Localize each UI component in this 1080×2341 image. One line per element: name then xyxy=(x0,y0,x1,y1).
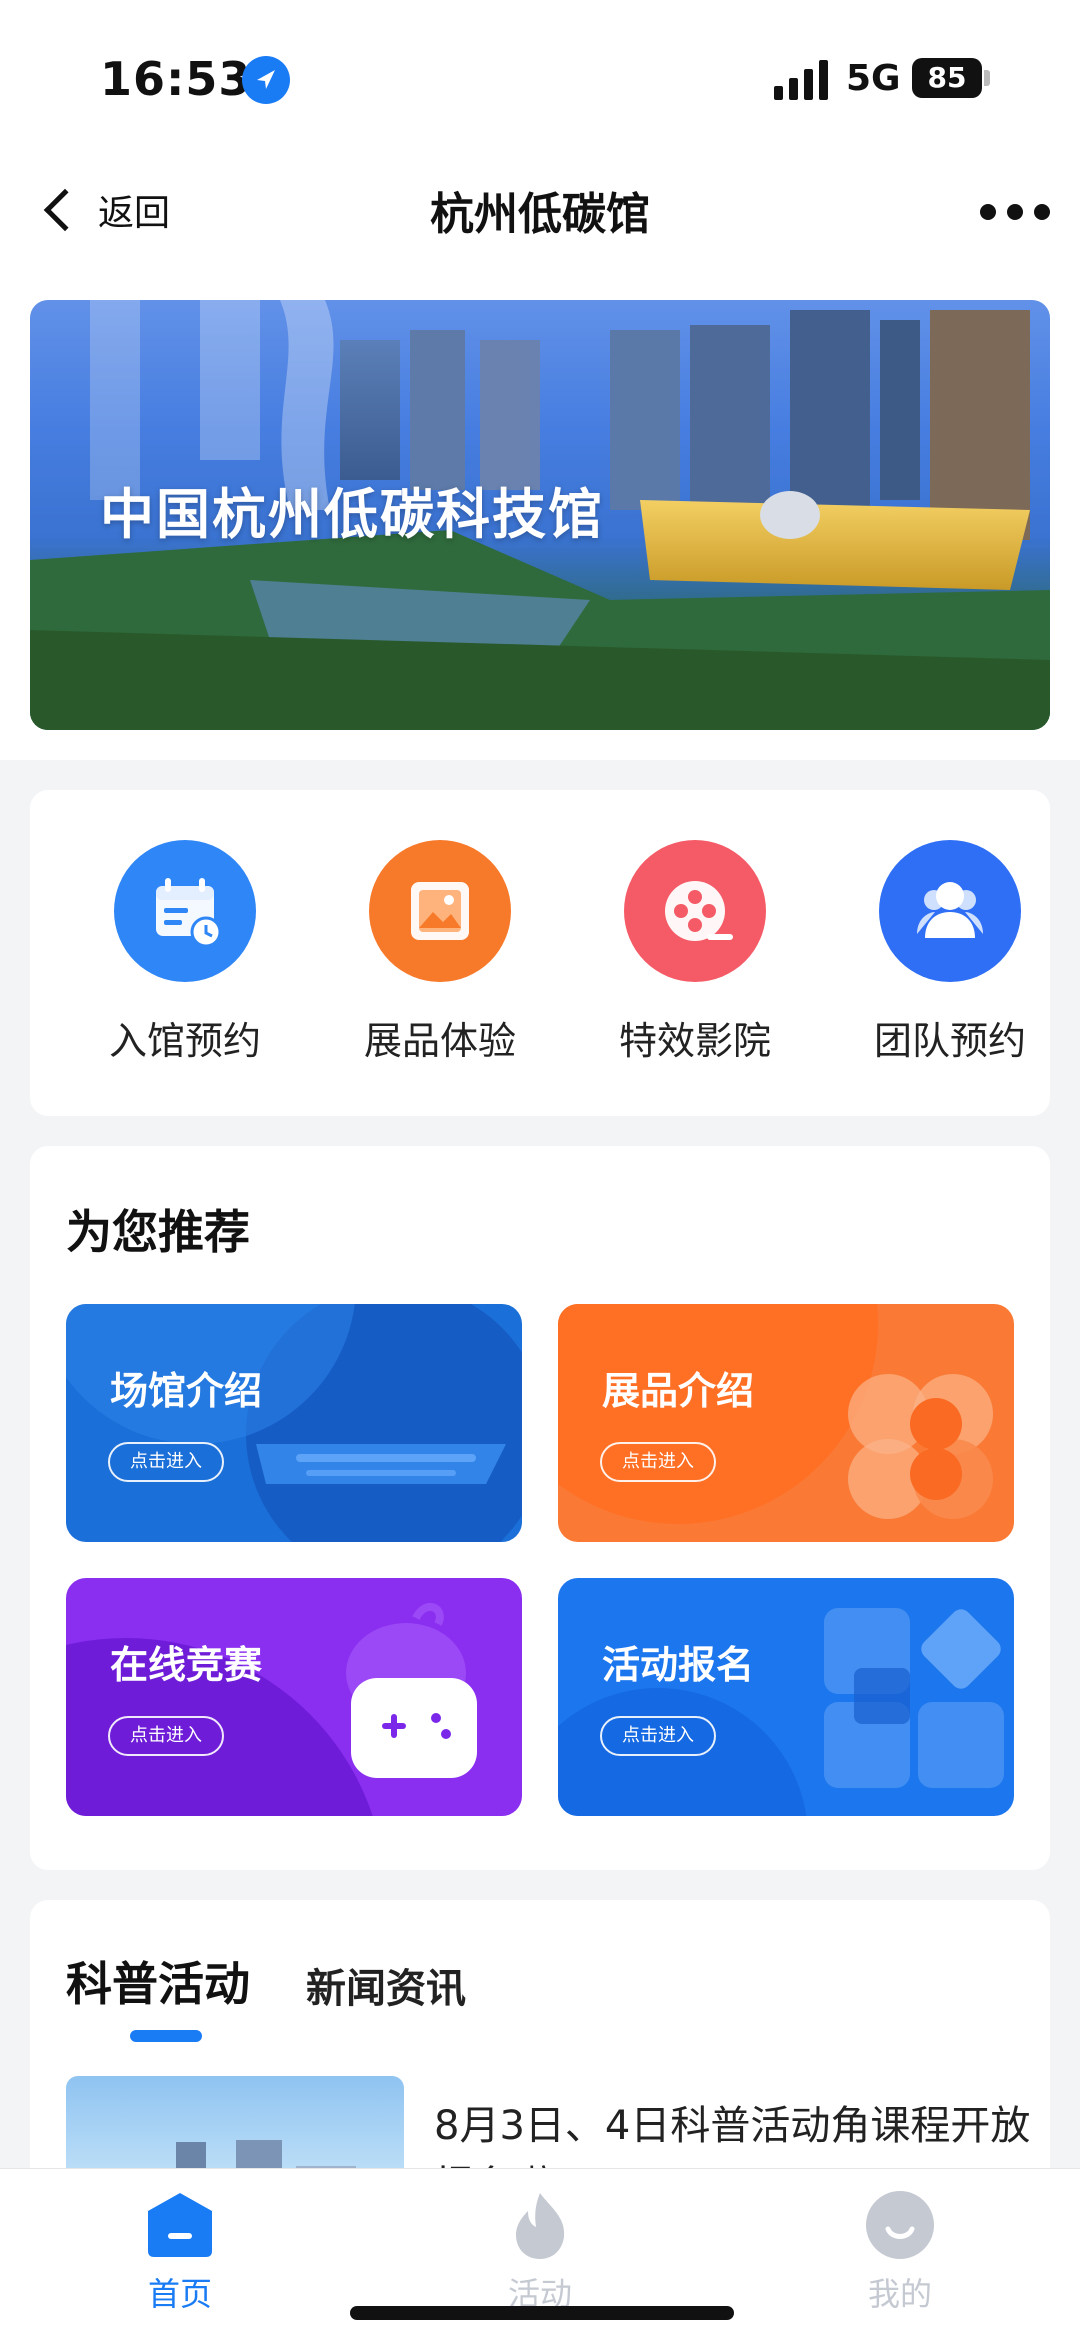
more-dot-icon xyxy=(1034,204,1050,220)
more-dot-icon xyxy=(1007,204,1023,220)
network-type: 5G xyxy=(846,58,901,99)
tab-label: 首页 xyxy=(147,2275,212,2313)
quick-action-group-reservation[interactable]: 团队预约 xyxy=(850,840,1050,1065)
group-icon xyxy=(879,840,1021,982)
hero-banner[interactable]: 中国杭州低碳科技馆 xyxy=(30,300,1050,730)
smile-profile-icon xyxy=(864,2189,936,2261)
quick-action-label: 展品体验 xyxy=(363,1019,516,1063)
signal-icon xyxy=(774,60,828,100)
enter-button[interactable]: 点击进入 xyxy=(108,1442,224,1482)
tile-title: 在线竞赛 xyxy=(110,1643,263,1687)
venue-illustration xyxy=(66,1304,522,1542)
tab-activities[interactable]: 活动 xyxy=(440,2189,640,2315)
more-dot-icon xyxy=(980,204,996,220)
navigation-bar: 返回 杭州低碳馆 xyxy=(0,150,1080,280)
location-arrow-icon xyxy=(242,56,290,104)
quick-actions-card: 入馆预约 展品体验 特效影院 团队预约 xyxy=(30,790,1050,1116)
tile-title: 场馆介绍 xyxy=(110,1369,263,1413)
online-contest-tile[interactable]: 在线竞赛 点击进入 xyxy=(66,1578,522,1816)
more-options-button[interactable] xyxy=(980,202,1050,222)
tab-science-activities[interactable]: 科普活动 xyxy=(66,1948,250,2014)
exhibit-intro-tile[interactable]: 展品介绍 点击进入 xyxy=(558,1304,1014,1542)
gamepad-illustration xyxy=(66,1602,477,1816)
tab-news[interactable]: 新闻资讯 xyxy=(306,1956,466,2014)
home-icon xyxy=(144,2189,216,2261)
status-bar: 16:53 5G 85 xyxy=(0,0,1080,150)
enter-button[interactable]: 点击进入 xyxy=(108,1716,224,1756)
quick-action-special-cinema[interactable]: 特效影院 xyxy=(595,840,795,1065)
event-signup-tile[interactable]: 活动报名 点击进入 xyxy=(558,1578,1014,1816)
quick-action-label: 特效影院 xyxy=(618,1019,771,1063)
tile-title: 活动报名 xyxy=(602,1643,755,1687)
recommend-card: 为您推荐 场馆介绍 点击进入 展品介绍 点击进入 在线竞赛 点击进入 活动报名 … xyxy=(30,1146,1050,1870)
calendar-clock-icon xyxy=(114,840,256,982)
recommend-title: 为您推荐 xyxy=(66,1205,250,1259)
flame-icon xyxy=(504,2189,576,2261)
exhibit-illustration xyxy=(558,1304,993,1524)
active-tab-indicator xyxy=(130,2030,202,2042)
quick-action-visit-reservation[interactable]: 入馆预约 xyxy=(85,840,285,1065)
venue-intro-tile[interactable]: 场馆介绍 点击进入 xyxy=(66,1304,522,1542)
enter-button[interactable]: 点击进入 xyxy=(600,1442,716,1482)
tile-title: 展品介绍 xyxy=(602,1369,755,1413)
banner-title: 中国杭州低碳科技馆 xyxy=(100,483,604,546)
status-time: 16:53 xyxy=(100,52,252,106)
film-reel-icon xyxy=(624,840,766,982)
tab-home[interactable]: 首页 xyxy=(80,2189,280,2315)
blocks-illustration xyxy=(558,1608,1004,1816)
home-indicator xyxy=(350,2306,734,2320)
picture-icon xyxy=(369,840,511,982)
quick-action-label: 团队预约 xyxy=(873,1019,1026,1063)
battery-icon: 85 xyxy=(912,58,982,98)
enter-button[interactable]: 点击进入 xyxy=(600,1716,716,1756)
tab-label: 我的 xyxy=(867,2275,932,2313)
tab-profile[interactable]: 我的 xyxy=(800,2189,1000,2315)
quick-action-label: 入馆预约 xyxy=(108,1019,261,1063)
battery-tip xyxy=(984,70,990,86)
quick-action-exhibit-experience[interactable]: 展品体验 xyxy=(340,840,540,1065)
page-title: 杭州低碳馆 xyxy=(430,189,650,240)
